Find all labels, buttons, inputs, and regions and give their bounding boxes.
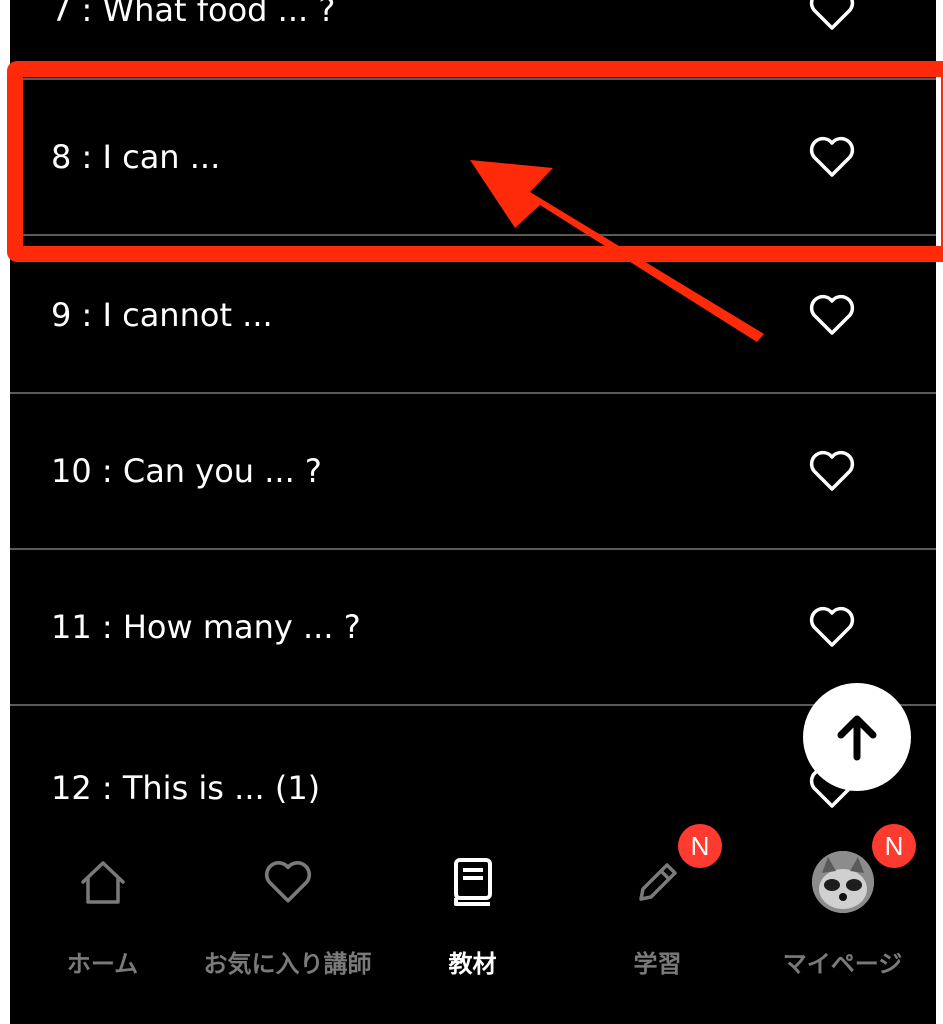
new-badge: N xyxy=(872,824,916,868)
lesson-title: 10 : Can you ... ? xyxy=(51,452,322,490)
tab-label: マイページ xyxy=(782,950,903,978)
pencil-icon xyxy=(626,850,690,914)
heart-outline-icon[interactable] xyxy=(808,0,856,32)
tab-study[interactable]: N 学習 xyxy=(565,820,750,1024)
book-icon xyxy=(441,850,505,914)
tab-label: 学習 xyxy=(633,950,682,978)
list-item[interactable]: 8 : I can ... xyxy=(10,80,936,236)
list-item[interactable]: 11 : How many ... ? xyxy=(10,550,936,706)
list-item[interactable]: 7 : What food ... ? xyxy=(10,0,936,80)
scroll-to-top-button[interactable] xyxy=(803,683,911,791)
tab-label: お気に入り講師 xyxy=(203,950,372,978)
list-item[interactable]: 10 : Can you ... ? xyxy=(10,394,936,550)
tab-home[interactable]: ホーム xyxy=(10,820,195,1024)
lesson-title: 11 : How many ... ? xyxy=(51,608,361,646)
tab-label: ホーム xyxy=(66,950,139,978)
tab-favorite-teachers[interactable]: お気に入り講師 xyxy=(195,820,380,1024)
lesson-title: 8 : I can ... xyxy=(51,138,221,176)
tab-mypage[interactable]: N マイページ xyxy=(750,820,935,1024)
heart-outline-icon[interactable] xyxy=(808,449,856,493)
lesson-title: 9 : I cannot ... xyxy=(51,296,273,334)
avatar xyxy=(811,850,875,914)
arrow-up-icon xyxy=(837,715,877,761)
tab-label: 教材 xyxy=(448,950,497,978)
lesson-title: 7 : What food ... ? xyxy=(51,0,336,29)
heart-outline-icon[interactable] xyxy=(808,293,856,337)
heart-outline-icon[interactable] xyxy=(808,605,856,649)
bottom-tab-bar: ホーム お気に入り講師 教材 N 学習 N マイページ xyxy=(10,820,936,1024)
home-icon xyxy=(71,850,135,914)
new-badge: N xyxy=(678,824,722,868)
heart-icon xyxy=(256,850,320,914)
heart-outline-icon[interactable] xyxy=(808,135,856,179)
lesson-title: 12 : This is ... (1) xyxy=(51,769,321,807)
tab-materials[interactable]: 教材 xyxy=(380,820,565,1024)
list-item[interactable]: 9 : I cannot ... xyxy=(10,238,936,394)
